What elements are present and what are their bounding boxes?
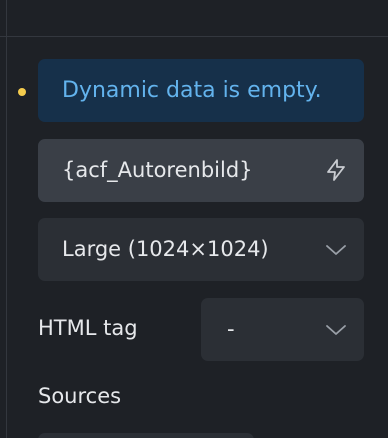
dynamic-data-value: {acf_Autorenbild}	[62, 158, 253, 182]
chevron-down-icon	[326, 325, 346, 335]
image-settings-panel: Dynamic data is empty. {acf_Autorenbild}…	[0, 0, 388, 438]
left-rail	[6, 0, 7, 438]
modified-indicator-dot	[18, 88, 26, 96]
html-tag-select[interactable]: -	[201, 298, 364, 361]
html-tag-value: -	[227, 317, 235, 341]
bolt-icon[interactable]	[324, 158, 348, 182]
image-size-value: Large (1024×1024)	[62, 237, 269, 261]
sources-label: Sources	[38, 384, 122, 408]
image-size-select[interactable]: Large (1024×1024)	[38, 218, 364, 281]
top-divider	[0, 36, 388, 37]
sources-field[interactable]	[38, 433, 254, 438]
dynamic-data-field[interactable]: {acf_Autorenbild}	[38, 139, 364, 202]
dynamic-data-empty-notice: Dynamic data is empty.	[38, 59, 364, 122]
html-tag-label: HTML tag	[38, 316, 138, 340]
notice-text: Dynamic data is empty.	[62, 78, 322, 103]
chevron-down-icon	[326, 245, 346, 255]
